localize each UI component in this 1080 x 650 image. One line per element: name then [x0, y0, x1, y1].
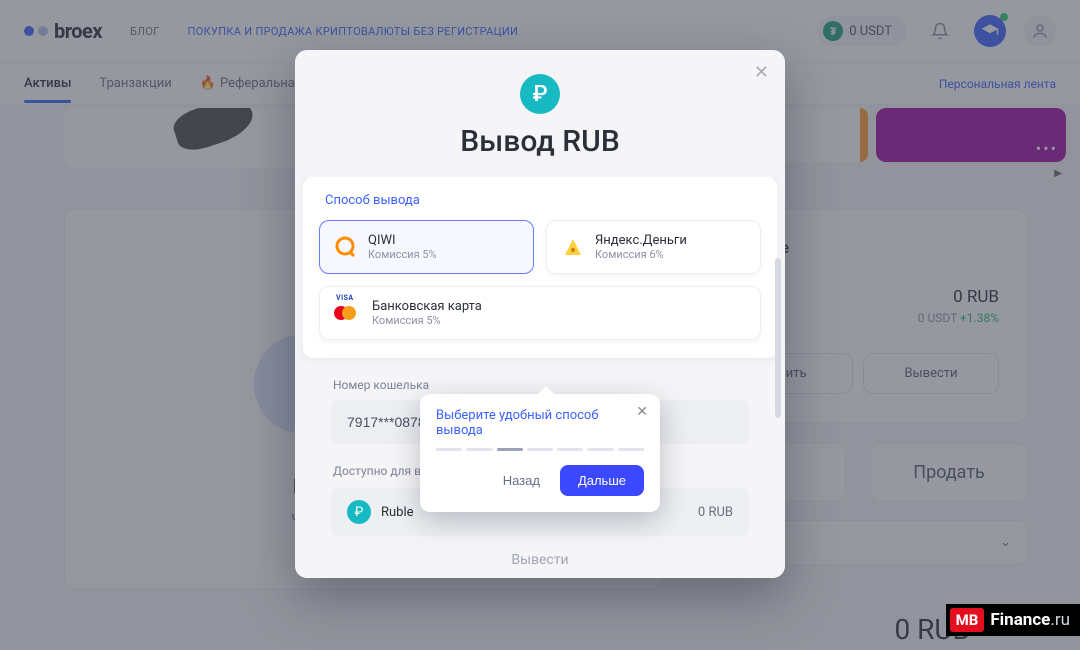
modal-scrollbar[interactable] — [775, 258, 781, 418]
modal-close-icon[interactable]: ✕ — [754, 62, 769, 83]
method-name: Яндекс.Деньги — [595, 233, 687, 248]
ruble-small-icon: ₽ — [347, 500, 371, 524]
method-fee: Комиссия 6% — [595, 248, 687, 261]
method-bank-card[interactable]: VISA Банковская карта Комиссия 5% — [319, 286, 761, 340]
withdraw-submit-button[interactable]: Вывести — [331, 536, 749, 578]
watermark-badge: MB — [950, 608, 985, 632]
ruble-icon: ₽ — [520, 74, 560, 114]
modal-overlay: ✕ ₽ Вывод RUB Способ вывода QIWI Комисси… — [0, 0, 1080, 650]
modal-title: Вывод RUB — [460, 124, 620, 159]
available-currency: Ruble — [381, 505, 414, 520]
onboarding-popover: ✕ Выберите удобный способ вывода Назад Д… — [420, 394, 660, 512]
method-section-label: Способ вывода — [325, 193, 761, 208]
method-yandex[interactable]: Яндекс.Деньги Комиссия 6% — [546, 220, 761, 274]
step-indicator — [436, 448, 644, 451]
yandex-money-icon — [561, 235, 585, 259]
watermark: MB Finance.ru — [946, 604, 1080, 636]
method-fee: Комиссия 5% — [372, 314, 482, 327]
available-amount: 0 RUB — [698, 505, 733, 520]
popover-text: Выберите удобный способ вывода — [436, 408, 644, 438]
watermark-text: Finance.ru — [990, 610, 1070, 630]
card-icon: VISA — [334, 304, 362, 322]
method-qiwi[interactable]: QIWI Комиссия 5% — [319, 220, 534, 274]
method-name: QIWI — [368, 233, 437, 248]
qiwi-icon — [334, 235, 358, 259]
popover-close-icon[interactable]: ✕ — [636, 404, 648, 420]
method-name: Банковская карта — [372, 299, 482, 314]
next-button[interactable]: Дальше — [560, 465, 644, 496]
back-button[interactable]: Назад — [491, 465, 552, 496]
method-fee: Комиссия 5% — [368, 248, 437, 261]
